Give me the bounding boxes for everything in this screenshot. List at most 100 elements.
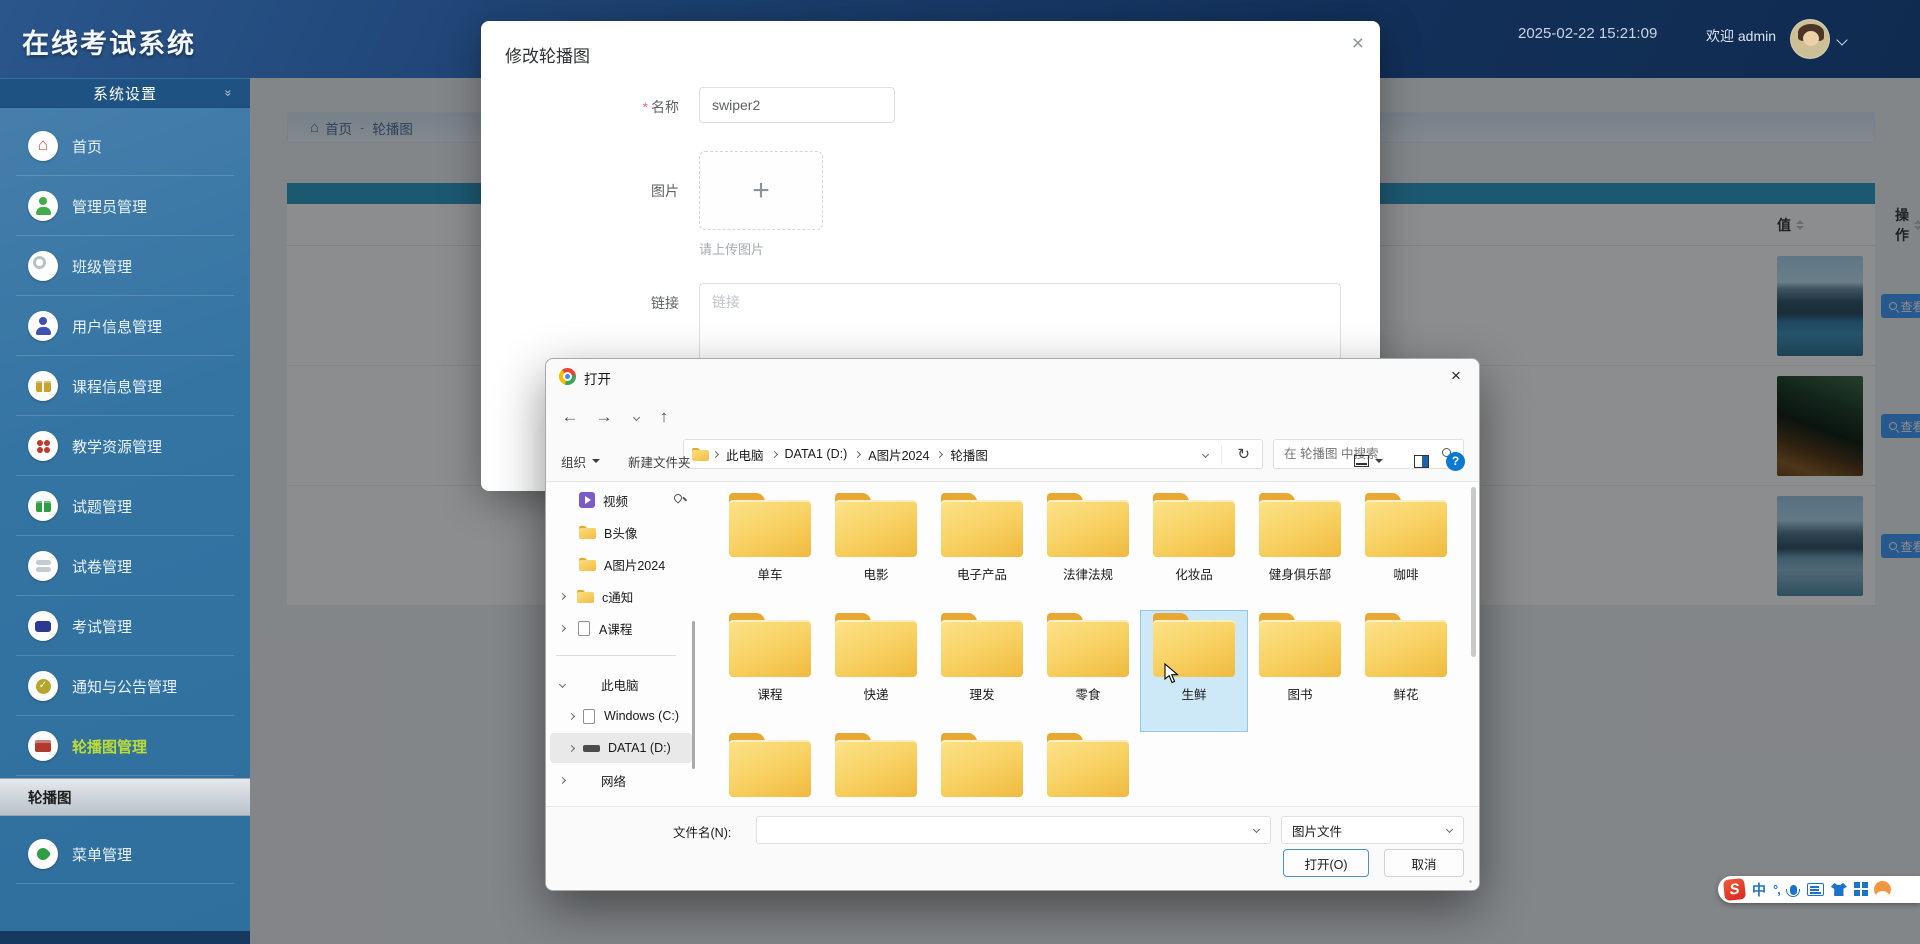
- tree-network[interactable]: 网络: [550, 765, 692, 795]
- sogou-logo-icon[interactable]: S: [1723, 878, 1746, 901]
- sidebar-item-users[interactable]: 用户信息管理: [0, 296, 250, 356]
- folder-item[interactable]: 法律法规: [1035, 491, 1141, 611]
- cancel-button[interactable]: 取消: [1384, 849, 1464, 877]
- sidebar-item-classes[interactable]: 班级管理: [0, 236, 250, 296]
- dialog-toolbar: 组织 新建文件夹 ?: [546, 441, 1479, 482]
- sidebar-item-questions[interactable]: 试题管理: [0, 476, 250, 536]
- tree-windows-c[interactable]: Windows (C:): [550, 701, 692, 731]
- new-folder-button[interactable]: 新建文件夹: [628, 441, 691, 481]
- image-upload-box[interactable]: +: [699, 151, 823, 230]
- sidebar-subitem-carousel[interactable]: 轮播图: [0, 778, 250, 816]
- person-icon: [28, 191, 58, 221]
- avatar[interactable]: [1790, 19, 1830, 59]
- chevron-right-icon[interactable]: [555, 626, 569, 631]
- folder-item[interactable]: 化妆品: [1141, 491, 1247, 611]
- close-icon[interactable]: ×: [1433, 359, 1479, 393]
- sidebar-item-carousel-mgmt[interactable]: 轮播图管理: [0, 716, 250, 776]
- open-button[interactable]: 打开(O): [1283, 849, 1369, 877]
- folder-item[interactable]: [929, 731, 1035, 806]
- sidebar-scrollbar[interactable]: [692, 621, 695, 769]
- folder-icon: [940, 613, 1024, 677]
- organize-button[interactable]: 组织: [561, 441, 600, 481]
- dialog-titlebar[interactable]: 打开 ×: [546, 359, 1479, 393]
- tree-data1-d[interactable]: DATA1 (D:): [550, 733, 692, 763]
- quickaccess-c-notice[interactable]: c通知: [550, 581, 692, 611]
- folder-item[interactable]: 课程: [717, 611, 823, 731]
- caret-down-icon: [1375, 459, 1383, 467]
- quickaccess-videos[interactable]: 视频: [550, 485, 692, 515]
- folder-icon: [834, 613, 918, 677]
- chevron-right-icon[interactable]: [555, 778, 569, 783]
- section-chevron-icon: »: [222, 90, 236, 97]
- book-icon: [28, 371, 58, 401]
- tree-this-pc[interactable]: 此电脑: [550, 669, 692, 699]
- back-button[interactable]: ←: [556, 403, 584, 431]
- sidebar-item-resources[interactable]: 教学资源管理: [0, 416, 250, 476]
- image-icon: [28, 731, 58, 761]
- required-asterisk: *: [643, 99, 648, 115]
- folder-icon: [1152, 493, 1236, 557]
- skin-icon[interactable]: [1831, 883, 1847, 896]
- chevron-right-icon[interactable]: [555, 594, 569, 599]
- home-icon: ⌂: [28, 131, 58, 161]
- folder-icon: [940, 733, 1024, 797]
- sidebar-item-papers[interactable]: 试卷管理: [0, 536, 250, 596]
- emoji-icon[interactable]: [1874, 881, 1891, 898]
- quickaccess-a-pics-2024[interactable]: A图片2024: [550, 549, 692, 579]
- ime-punctuation-icon[interactable]: °,: [1773, 882, 1780, 897]
- filename-input[interactable]: [757, 817, 1237, 843]
- sidebar-item-home[interactable]: ⌂ 首页: [0, 116, 250, 176]
- toolbox-grid-icon[interactable]: [1854, 882, 1860, 888]
- folder-item[interactable]: 电影: [823, 491, 929, 611]
- sidebar-section-header[interactable]: 系统设置 »: [0, 78, 250, 108]
- sidebar-item-notices[interactable]: ✓ 通知与公告管理: [0, 656, 250, 716]
- file-open-dialog: 打开 × ← → ↑ 此电脑 DATA1 (D:) A图片2024 轮播图 ↻: [545, 358, 1480, 891]
- recent-locations-button[interactable]: [622, 403, 650, 431]
- sidebar-item-courses[interactable]: 课程信息管理: [0, 356, 250, 416]
- ime-toolbar: S 中 °,: [1718, 876, 1920, 903]
- chevron-right-icon[interactable]: [564, 746, 578, 751]
- keyboard-icon[interactable]: [1807, 883, 1824, 896]
- chevron-down-icon[interactable]: [555, 682, 569, 687]
- sidebar-item-exams[interactable]: 考试管理: [0, 596, 250, 656]
- help-button[interactable]: ?: [1446, 441, 1465, 481]
- folder-item[interactable]: 图书: [1247, 611, 1353, 731]
- folder-item[interactable]: 零食: [1035, 611, 1141, 731]
- sidebar-item-menus[interactable]: 菜单管理: [0, 824, 250, 884]
- chevron-right-icon[interactable]: [564, 714, 578, 719]
- folder-item[interactable]: [823, 731, 929, 806]
- chevron-down-icon[interactable]: [1253, 826, 1260, 833]
- folder-item[interactable]: 咖啡: [1353, 491, 1459, 611]
- folder-item[interactable]: 快递: [823, 611, 929, 731]
- folder-icon: [728, 613, 812, 677]
- link-field[interactable]: [699, 283, 1341, 369]
- name-field[interactable]: [699, 87, 895, 123]
- folder-item[interactable]: [717, 731, 823, 806]
- chevron-down-icon[interactable]: [1836, 34, 1847, 45]
- folder-item[interactable]: 健身俱乐部: [1247, 491, 1353, 611]
- quickaccess-a-course[interactable]: A课程: [550, 613, 692, 643]
- check-circle-icon: ✓: [28, 671, 58, 701]
- folder-item-selected[interactable]: 生鲜: [1141, 611, 1247, 731]
- clover-icon: [28, 431, 58, 461]
- up-button[interactable]: ↑: [650, 403, 678, 431]
- view-mode-button[interactable]: [1354, 441, 1383, 481]
- microphone-icon[interactable]: [1790, 885, 1797, 895]
- view-icon: [1354, 455, 1369, 467]
- ime-language-icon[interactable]: 中: [1752, 880, 1766, 900]
- forward-button[interactable]: →: [590, 403, 618, 431]
- sidebar-item-admins[interactable]: 管理员管理: [0, 176, 250, 236]
- filetype-select[interactable]: 图片文件: [1281, 816, 1464, 844]
- preview-pane-button[interactable]: [1414, 441, 1429, 481]
- folder-item[interactable]: [1035, 731, 1141, 806]
- folder-item[interactable]: 单车: [717, 491, 823, 611]
- dialog-body: 视频 B头像 A图片2024 c通知: [546, 483, 1479, 806]
- folder-item[interactable]: 理发: [929, 611, 1035, 731]
- grid-scrollbar[interactable]: [1471, 487, 1476, 657]
- name-label: *名称: [529, 97, 679, 117]
- folder-item[interactable]: 鲜花: [1353, 611, 1459, 731]
- folder-item[interactable]: 电子产品: [929, 491, 1035, 611]
- quickaccess-b-avatar[interactable]: B头像: [550, 517, 692, 547]
- link-label: 链接: [529, 293, 679, 313]
- close-icon[interactable]: ×: [1352, 33, 1364, 54]
